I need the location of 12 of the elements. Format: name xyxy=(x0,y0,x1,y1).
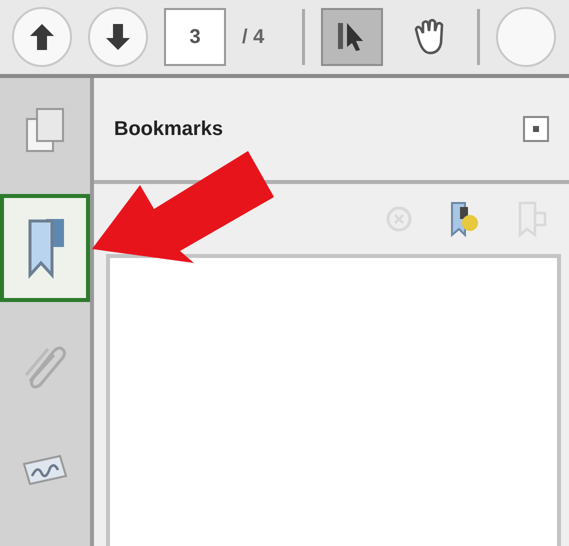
new-bookmark-button[interactable] xyxy=(449,201,481,237)
page-count: / 4 xyxy=(242,25,266,50)
bookmarks-tab[interactable] xyxy=(0,194,90,302)
pages-icon xyxy=(23,105,67,155)
page-number-field[interactable]: 3 xyxy=(164,8,226,66)
close-icon xyxy=(531,124,541,134)
panel-title: Bookmarks xyxy=(114,117,223,142)
new-bookmark-icon xyxy=(449,201,481,237)
up-arrow-icon xyxy=(28,22,56,52)
close-button[interactable] xyxy=(523,116,549,142)
down-arrow-icon xyxy=(104,22,132,52)
select-tool-button[interactable] xyxy=(321,8,383,66)
